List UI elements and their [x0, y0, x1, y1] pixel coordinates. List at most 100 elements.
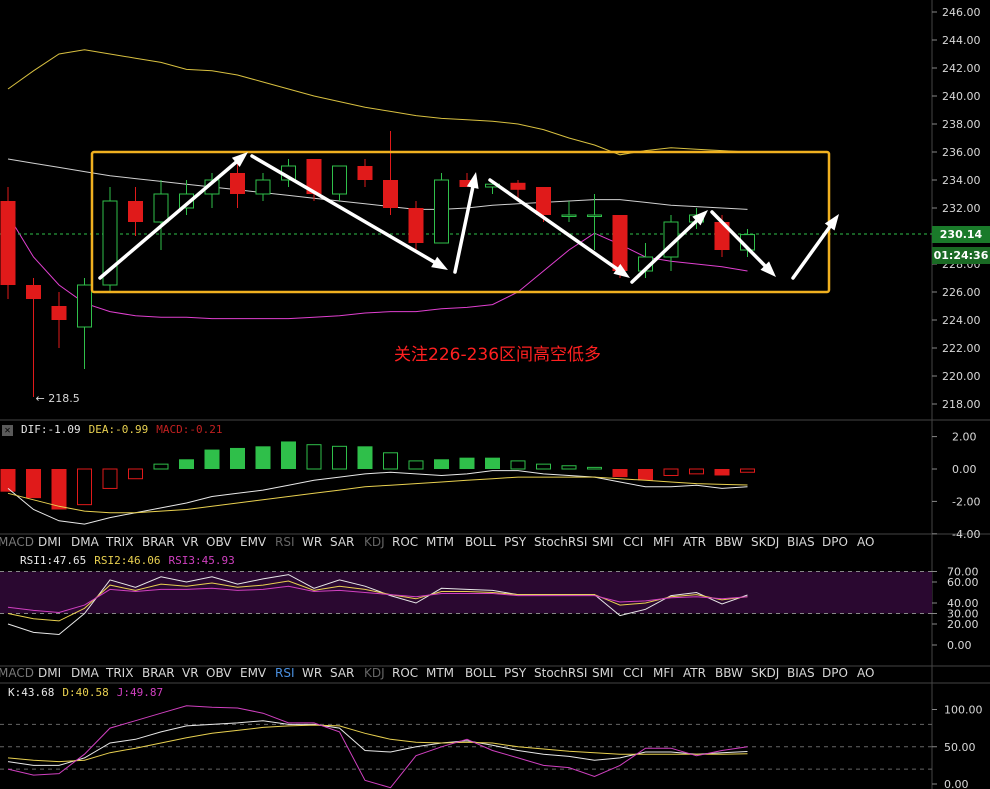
- dif-value: DIF:-1.09: [21, 423, 81, 436]
- tab-bias[interactable]: BIAS: [787, 535, 815, 549]
- tab-roc[interactable]: ROC: [392, 666, 418, 680]
- tab-rsi[interactable]: RSI: [275, 666, 295, 680]
- tab-obv[interactable]: OBV: [206, 535, 232, 549]
- tab-ao[interactable]: AO: [857, 666, 874, 680]
- tab-brar[interactable]: BRAR: [142, 535, 175, 549]
- y-tick-label: 2.00: [952, 431, 977, 444]
- y-tick-label: 220.00: [942, 370, 981, 383]
- tab-boll[interactable]: BOLL: [465, 666, 496, 680]
- tab-mtm[interactable]: MTM: [426, 535, 454, 549]
- y-tick-label: 246.00: [942, 6, 981, 19]
- last-price-tag: 230.14: [932, 226, 990, 243]
- tab-wr[interactable]: WR: [302, 535, 322, 549]
- macd-bar: [204, 449, 220, 469]
- trend-arrow-head: [431, 256, 448, 270]
- tab-bbw[interactable]: BBW: [715, 535, 743, 549]
- tab-emv[interactable]: EMV: [240, 666, 266, 680]
- trend-arrow: [791, 225, 832, 280]
- y-tick-label: 0.00: [944, 778, 969, 789]
- trend-arrow: [98, 160, 238, 280]
- macd-bar: [689, 468, 704, 475]
- tab-macd[interactable]: MACD: [0, 535, 34, 549]
- tab-bias[interactable]: BIAS: [787, 666, 815, 680]
- tab-atr[interactable]: ATR: [683, 535, 706, 549]
- tab-smi[interactable]: SMI: [592, 535, 614, 549]
- close-icon[interactable]: ✕: [2, 424, 13, 436]
- macd-bar: [459, 457, 475, 469]
- tab-sar[interactable]: SAR: [330, 666, 354, 680]
- tab-smi[interactable]: SMI: [592, 666, 614, 680]
- tab-mfi[interactable]: MFI: [653, 535, 674, 549]
- y-tick-label: 244.00: [942, 34, 981, 47]
- tab-macd[interactable]: MACD: [0, 666, 34, 680]
- macd-bar: [434, 459, 449, 469]
- kdj-header: K:43.68 D:40.58 J:49.87: [0, 686, 171, 704]
- macd-bar: [408, 460, 424, 470]
- candle-body: [408, 208, 424, 243]
- tab-dpo[interactable]: DPO: [822, 666, 848, 680]
- tab-bbw[interactable]: BBW: [715, 666, 743, 680]
- tab-psy[interactable]: PSY: [504, 666, 526, 680]
- tab-skdj[interactable]: SKDJ: [751, 535, 779, 549]
- candle-body: [153, 193, 169, 223]
- tab-wr[interactable]: WR: [302, 666, 322, 680]
- tab-roc[interactable]: ROC: [392, 535, 418, 549]
- tab-dpo[interactable]: DPO: [822, 535, 848, 549]
- candle-body: [612, 215, 628, 271]
- dif-line: [7, 470, 748, 525]
- k-value: K:43.68: [8, 686, 55, 699]
- tab-skdj[interactable]: SKDJ: [751, 666, 779, 680]
- macd-bar: [587, 466, 602, 470]
- macd-bar: [485, 457, 500, 469]
- tab-vr[interactable]: VR: [182, 666, 199, 680]
- macd-bar: [281, 441, 296, 469]
- macd-value: MACD:-0.21: [156, 423, 223, 436]
- y-tick-label: 20.00: [947, 618, 979, 631]
- candle-body: [0, 201, 16, 285]
- y-tick-label: 60.00: [947, 576, 979, 589]
- y-tick-label: 100.00: [944, 704, 983, 717]
- macd-bar: [561, 465, 577, 470]
- tab-mtm[interactable]: MTM: [426, 666, 454, 680]
- candle-body: [230, 173, 245, 194]
- tab-obv[interactable]: OBV: [206, 666, 232, 680]
- tab-ao[interactable]: AO: [857, 535, 874, 549]
- rsi1-value: RSI1:47.65: [20, 554, 87, 567]
- tab-boll[interactable]: BOLL: [465, 535, 496, 549]
- macd-bar: [510, 460, 526, 470]
- tab-brar[interactable]: BRAR: [142, 666, 175, 680]
- tab-mfi[interactable]: MFI: [653, 666, 674, 680]
- macd-bar: [77, 468, 92, 506]
- tab-dma[interactable]: DMA: [71, 535, 99, 549]
- tab-trix[interactable]: TRIX: [106, 535, 133, 549]
- y-tick-label: 50.00: [944, 741, 976, 754]
- d-line: [7, 724, 748, 763]
- macd-bar: [26, 469, 41, 499]
- tab-stochrsi[interactable]: StochRSI: [534, 666, 587, 680]
- tab-dmi[interactable]: DMI: [38, 666, 61, 680]
- tab-trix[interactable]: TRIX: [106, 666, 133, 680]
- tab-dma[interactable]: DMA: [71, 666, 99, 680]
- macd-bar: [357, 446, 373, 469]
- tab-atr[interactable]: ATR: [683, 666, 706, 680]
- tab-cci[interactable]: CCI: [623, 535, 643, 549]
- tab-psy[interactable]: PSY: [504, 535, 526, 549]
- countdown-tag: 01:24:36: [932, 247, 990, 264]
- tab-dmi[interactable]: DMI: [38, 535, 61, 549]
- candle-body: [434, 179, 449, 244]
- macd-bar: [128, 468, 143, 480]
- range-annotation: 关注226-236区间高空低多: [394, 345, 602, 365]
- tab-rsi[interactable]: RSI: [275, 535, 295, 549]
- tab-kdj[interactable]: KDJ: [364, 535, 385, 549]
- y-tick-label: 242.00: [942, 62, 981, 75]
- tab-kdj[interactable]: KDJ: [364, 666, 385, 680]
- tab-stochrsi[interactable]: StochRSI: [534, 535, 587, 549]
- macd-bar: [612, 469, 628, 478]
- macd-bar: [740, 468, 755, 473]
- trend-arrow: [488, 178, 619, 271]
- tab-sar[interactable]: SAR: [330, 535, 354, 549]
- y-tick-label: 222.00: [942, 342, 981, 355]
- tab-vr[interactable]: VR: [182, 535, 199, 549]
- tab-emv[interactable]: EMV: [240, 535, 266, 549]
- tab-cci[interactable]: CCI: [623, 666, 643, 680]
